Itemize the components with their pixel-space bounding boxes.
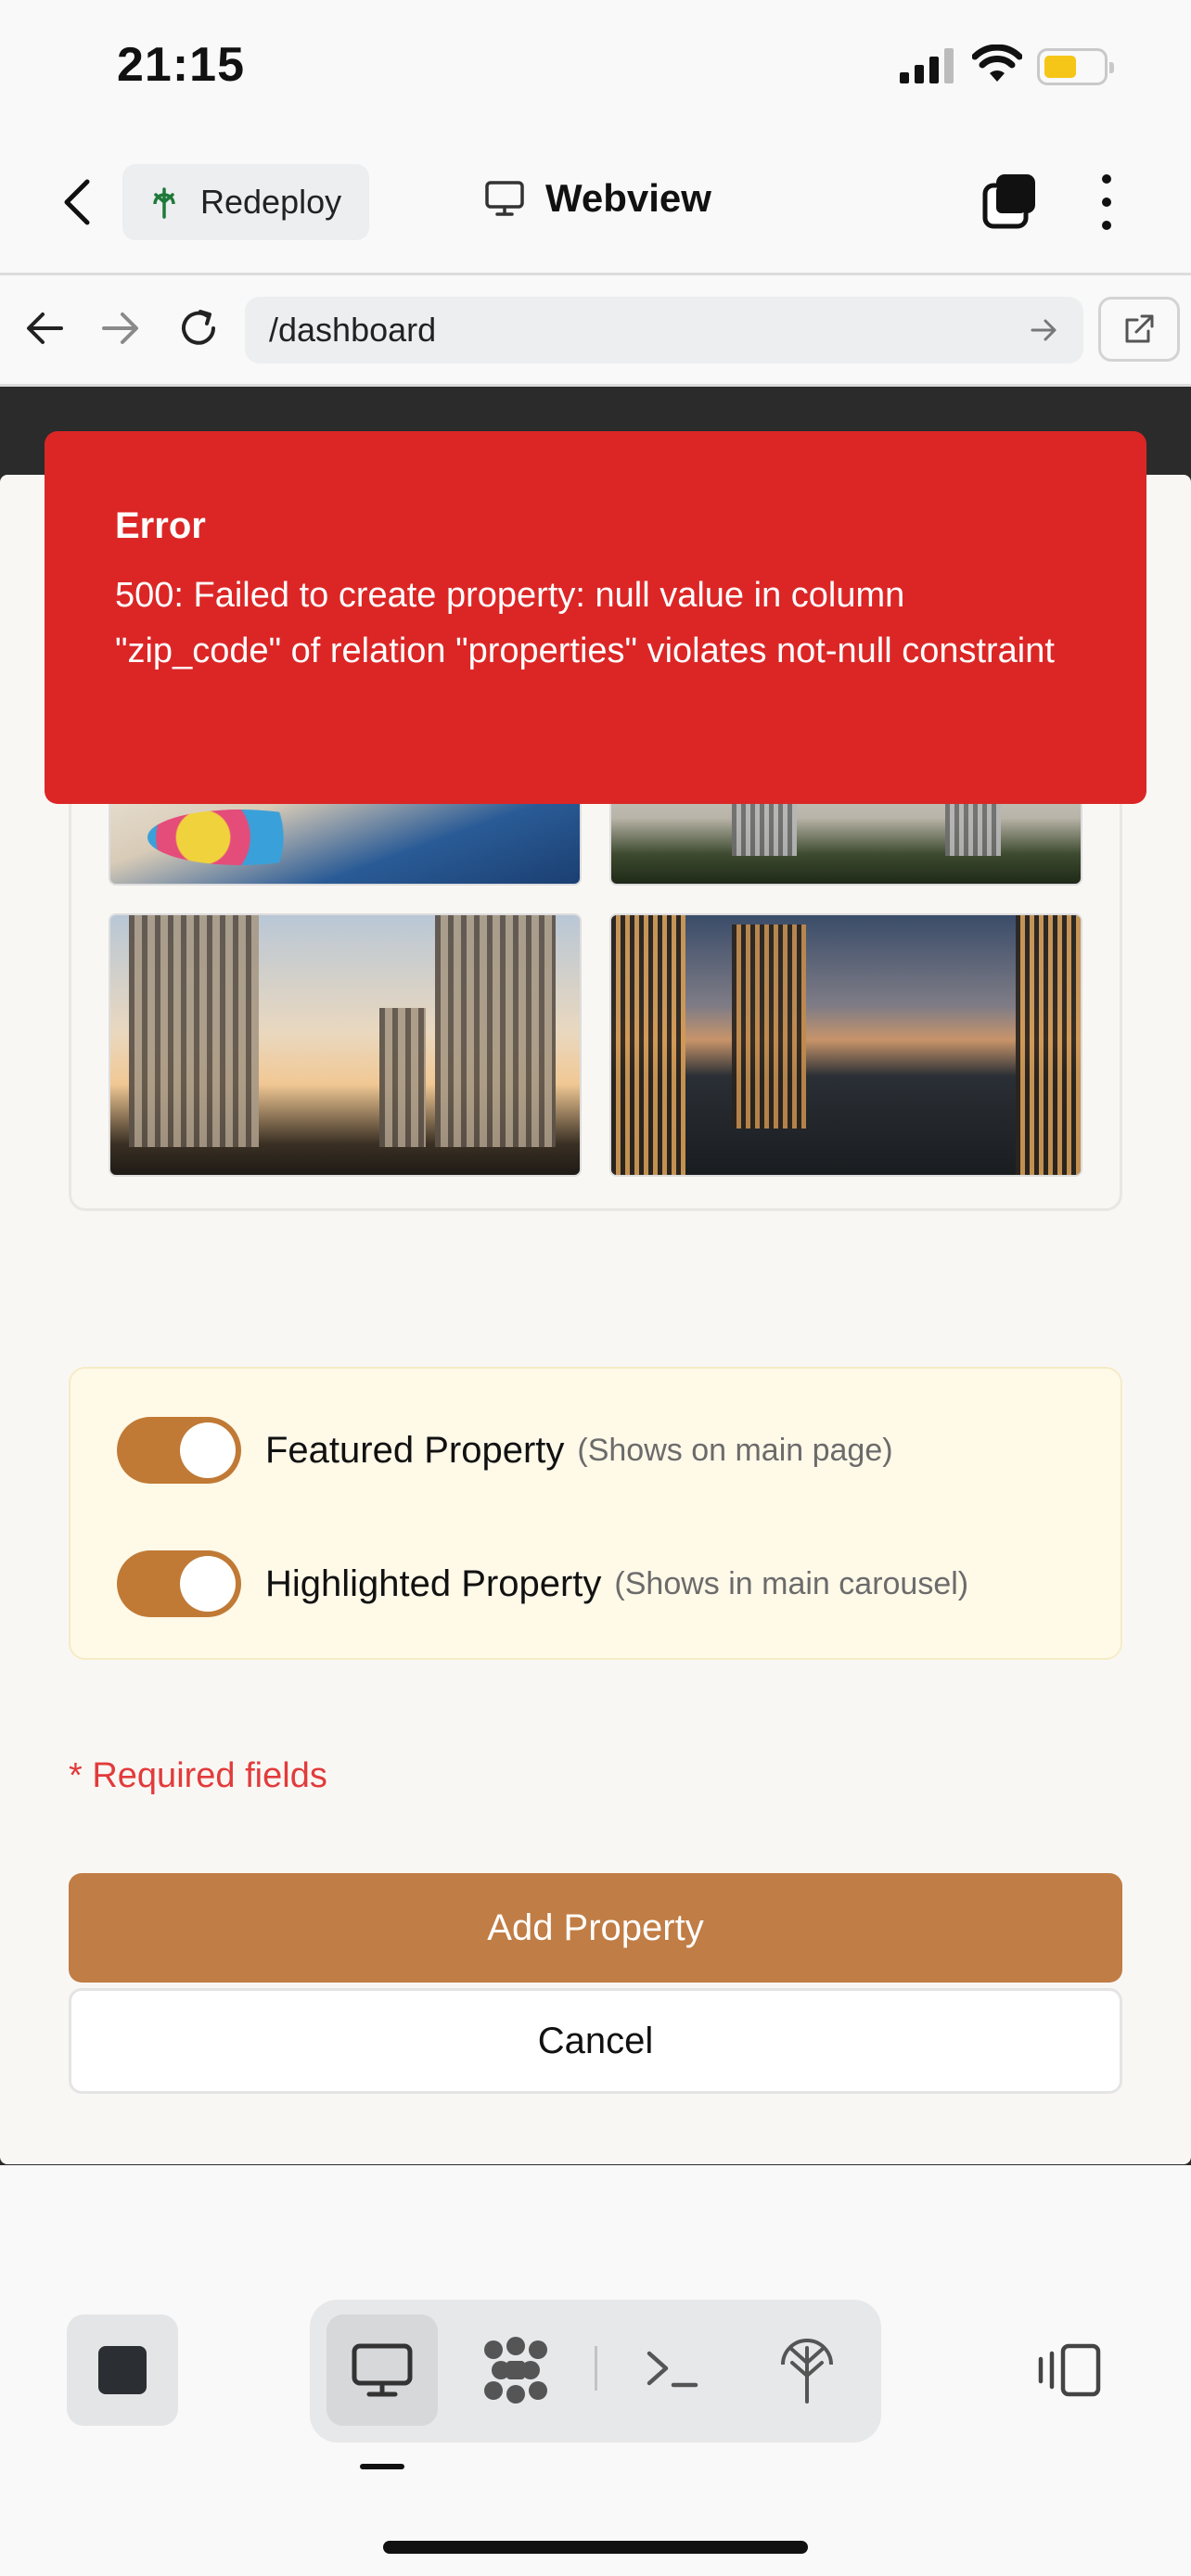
page-title: Webview — [484, 176, 711, 221]
redeploy-button[interactable]: Redeploy — [122, 164, 369, 240]
browser-forward-icon[interactable] — [100, 310, 141, 347]
highlighted-property-toggle[interactable] — [117, 1550, 241, 1617]
highlighted-hint: (Shows in main carousel) — [614, 1565, 969, 1601]
error-toast[interactable]: Error 500: Failed to create property: nu… — [45, 431, 1146, 804]
gallery-image-towers-sunset[interactable] — [109, 913, 582, 1177]
visibility-toggles: Featured Property (Shows on main page) H… — [69, 1367, 1122, 1660]
gallery-image-city-dusk[interactable] — [609, 913, 1082, 1177]
home-indicator — [383, 2541, 808, 2554]
monitor-tab-icon[interactable] — [351, 2342, 414, 2398]
redeploy-label: Redeploy — [200, 183, 342, 221]
tabs-icon[interactable] — [981, 172, 1039, 230]
deploy-tree-icon — [153, 187, 175, 219]
status-time: 21:15 — [117, 38, 245, 92]
add-property-button[interactable]: Add Property — [69, 1873, 1122, 1983]
switcher-divider — [595, 2346, 597, 2391]
featured-label: Featured Property — [265, 1429, 565, 1471]
split-view-icon[interactable] — [1035, 2342, 1102, 2398]
wifi-icon — [972, 45, 1022, 82]
required-fields-note: * Required fields — [69, 1756, 327, 1795]
error-message: 500: Failed to create property: null val… — [115, 576, 1055, 670]
browser-back-icon[interactable] — [24, 310, 65, 347]
url-input[interactable]: /dashboard — [245, 297, 1083, 363]
error-title: Error — [115, 505, 206, 546]
battery-icon — [1037, 48, 1114, 85]
workspace-tab-icon[interactable] — [480, 2337, 551, 2404]
active-tab-indicator — [360, 2464, 404, 2469]
deploy-tab-icon[interactable] — [779, 2335, 835, 2405]
title-label: Webview — [545, 176, 711, 220]
reload-icon[interactable] — [176, 306, 221, 351]
stop-icon — [98, 2346, 147, 2394]
featured-property-toggle[interactable] — [117, 1417, 241, 1484]
header-divider — [0, 273, 1191, 275]
external-link-icon — [1125, 314, 1154, 343]
go-arrow-icon[interactable] — [1030, 315, 1059, 345]
more-menu-icon[interactable] — [1093, 174, 1121, 230]
highlighted-label: Highlighted Property — [265, 1562, 602, 1604]
stop-button[interactable] — [67, 2315, 178, 2426]
featured-toggle-row: Featured Property (Shows on main page) — [117, 1417, 893, 1484]
monitor-icon — [485, 181, 524, 216]
highlighted-toggle-row: Highlighted Property (Shows in main caro… — [117, 1550, 968, 1617]
cellular-signal-icon — [900, 48, 954, 83]
cancel-button[interactable]: Cancel — [69, 1988, 1122, 2094]
back-chevron-icon[interactable] — [58, 176, 98, 228]
open-external-button[interactable] — [1098, 297, 1180, 362]
terminal-tab-icon[interactable] — [644, 2344, 701, 2396]
featured-hint: (Shows on main page) — [577, 1432, 893, 1468]
